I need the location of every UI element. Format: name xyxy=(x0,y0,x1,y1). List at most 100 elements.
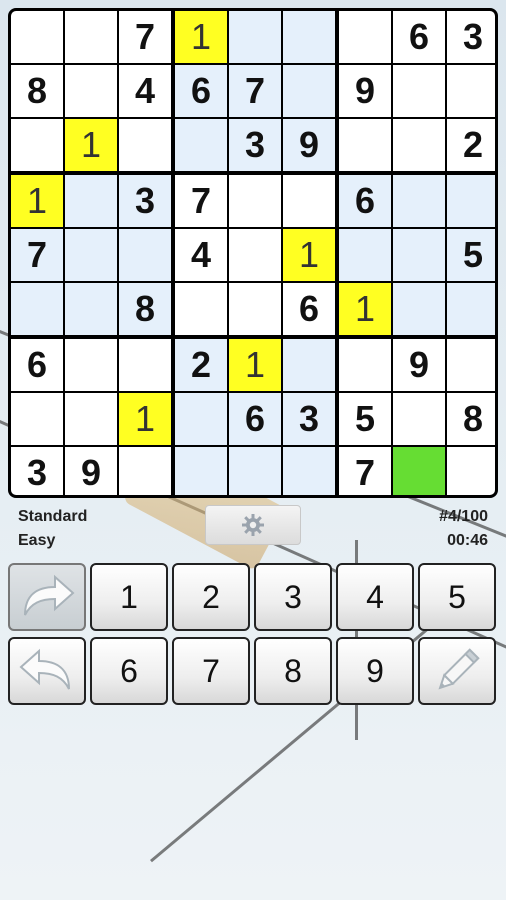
number-key-1[interactable]: 1 xyxy=(90,563,168,631)
sudoku-cell-r4c1[interactable]: 1 xyxy=(11,175,63,227)
sudoku-cell-r6c1[interactable] xyxy=(11,283,63,335)
sudoku-cell-r5c9[interactable]: 5 xyxy=(447,229,495,281)
sudoku-cell-r7c2[interactable] xyxy=(65,339,117,391)
sudoku-cell-r7c8[interactable]: 9 xyxy=(393,339,445,391)
sudoku-cell-r9c3[interactable] xyxy=(119,447,171,495)
sudoku-cell-r1c2[interactable] xyxy=(65,11,117,63)
number-key-8[interactable]: 8 xyxy=(254,637,332,705)
pencil-button[interactable] xyxy=(418,637,496,705)
sudoku-cell-r3c2[interactable]: 1 xyxy=(65,119,117,171)
redo-button[interactable] xyxy=(8,563,86,631)
sudoku-cell-r1c1[interactable] xyxy=(11,11,63,63)
number-key-9[interactable]: 9 xyxy=(336,637,414,705)
sudoku-cell-r4c4[interactable]: 7 xyxy=(175,175,227,227)
sudoku-cell-r5c1[interactable]: 7 xyxy=(11,229,63,281)
settings-button[interactable] xyxy=(205,505,301,545)
sudoku-cell-r7c9[interactable] xyxy=(447,339,495,391)
sudoku-cell-r5c6[interactable]: 1 xyxy=(283,229,335,281)
number-key-5[interactable]: 5 xyxy=(418,563,496,631)
number-key-6[interactable]: 6 xyxy=(90,637,168,705)
sudoku-cell-r7c3[interactable] xyxy=(119,339,171,391)
sudoku-cell-r9c2[interactable]: 9 xyxy=(65,447,117,495)
sudoku-cell-r7c1[interactable]: 6 xyxy=(11,339,63,391)
sudoku-cell-r3c4[interactable] xyxy=(175,119,227,171)
sudoku-cell-r4c3[interactable]: 3 xyxy=(119,175,171,227)
game-mode-label: Standard xyxy=(18,508,88,525)
sudoku-cell-r8c7[interactable]: 5 xyxy=(339,393,391,445)
sudoku-cell-r2c5[interactable]: 7 xyxy=(229,65,281,117)
sudoku-cell-r1c6[interactable] xyxy=(283,11,335,63)
sudoku-cell-r7c5[interactable]: 1 xyxy=(229,339,281,391)
sudoku-cell-r8c5[interactable]: 6 xyxy=(229,393,281,445)
sudoku-cell-r6c4[interactable] xyxy=(175,283,227,335)
sudoku-cell-r2c7[interactable]: 9 xyxy=(339,65,391,117)
sudoku-cell-r8c1[interactable] xyxy=(11,393,63,445)
sudoku-cell-r6c2[interactable] xyxy=(65,283,117,335)
sudoku-cell-r8c9[interactable]: 8 xyxy=(447,393,495,445)
number-key-7[interactable]: 7 xyxy=(172,637,250,705)
gear-icon xyxy=(242,514,264,536)
sudoku-cell-r9c5[interactable] xyxy=(229,447,281,495)
sudoku-cell-r6c6[interactable]: 6 xyxy=(283,283,335,335)
sudoku-cell-r7c6[interactable] xyxy=(283,339,335,391)
sudoku-cell-r9c8[interactable] xyxy=(393,447,445,495)
sudoku-cell-r2c2[interactable] xyxy=(65,65,117,117)
sudoku-cell-r2c4[interactable]: 6 xyxy=(175,65,227,117)
sudoku-cell-r2c8[interactable] xyxy=(393,65,445,117)
sudoku-cell-r3c6[interactable]: 9 xyxy=(283,119,335,171)
sudoku-cell-r9c6[interactable] xyxy=(283,447,335,495)
sudoku-cell-r5c3[interactable] xyxy=(119,229,171,281)
sudoku-cell-r8c4[interactable] xyxy=(175,393,227,445)
sudoku-cell-r6c8[interactable] xyxy=(393,283,445,335)
key-label: 8 xyxy=(284,652,302,689)
sudoku-cell-r2c3[interactable]: 4 xyxy=(119,65,171,117)
number-key-2[interactable]: 2 xyxy=(172,563,250,631)
sudoku-cell-r5c4[interactable]: 4 xyxy=(175,229,227,281)
sudoku-cell-r1c3[interactable]: 7 xyxy=(119,11,171,63)
sudoku-cell-r3c3[interactable] xyxy=(119,119,171,171)
difficulty-label: Easy xyxy=(18,532,56,549)
sudoku-cell-r8c3[interactable]: 1 xyxy=(119,393,171,445)
sudoku-cell-r1c5[interactable] xyxy=(229,11,281,63)
sudoku-cell-r9c9[interactable] xyxy=(447,447,495,495)
sudoku-cell-r3c1[interactable] xyxy=(11,119,63,171)
sudoku-cell-r9c7[interactable]: 7 xyxy=(339,447,391,495)
sudoku-cell-r9c1[interactable]: 3 xyxy=(11,447,63,495)
sudoku-cell-r4c9[interactable] xyxy=(447,175,495,227)
number-key-3[interactable]: 3 xyxy=(254,563,332,631)
sudoku-cell-r1c9[interactable]: 3 xyxy=(447,11,495,63)
sudoku-cell-r7c4[interactable]: 2 xyxy=(175,339,227,391)
sudoku-cell-r8c2[interactable] xyxy=(65,393,117,445)
sudoku-cell-r4c8[interactable] xyxy=(393,175,445,227)
sudoku-cell-r3c8[interactable] xyxy=(393,119,445,171)
sudoku-cell-r8c8[interactable] xyxy=(393,393,445,445)
sudoku-cell-r5c2[interactable] xyxy=(65,229,117,281)
sudoku-cell-r6c3[interactable]: 8 xyxy=(119,283,171,335)
sudoku-cell-r5c8[interactable] xyxy=(393,229,445,281)
sudoku-cell-r7c7[interactable] xyxy=(339,339,391,391)
sudoku-cell-r6c7[interactable]: 1 xyxy=(339,283,391,335)
sudoku-cell-r9c4[interactable] xyxy=(175,447,227,495)
sudoku-cell-r3c7[interactable] xyxy=(339,119,391,171)
sudoku-cell-r1c7[interactable] xyxy=(339,11,391,63)
sudoku-cell-r8c6[interactable]: 3 xyxy=(283,393,335,445)
sudoku-grid: 716384679139213767415861621916358397 xyxy=(11,11,495,495)
sudoku-cell-r2c6[interactable] xyxy=(283,65,335,117)
sudoku-cell-r3c9[interactable]: 2 xyxy=(447,119,495,171)
sudoku-cell-r4c5[interactable] xyxy=(229,175,281,227)
sudoku-cell-r1c8[interactable]: 6 xyxy=(393,11,445,63)
puzzle-number: #4/100 xyxy=(439,508,488,525)
sudoku-cell-r6c9[interactable] xyxy=(447,283,495,335)
number-key-4[interactable]: 4 xyxy=(336,563,414,631)
undo-button[interactable] xyxy=(8,637,86,705)
sudoku-cell-r4c7[interactable]: 6 xyxy=(339,175,391,227)
sudoku-cell-r1c4[interactable]: 1 xyxy=(175,11,227,63)
sudoku-cell-r4c6[interactable] xyxy=(283,175,335,227)
sudoku-cell-r2c1[interactable]: 8 xyxy=(11,65,63,117)
sudoku-cell-r5c7[interactable] xyxy=(339,229,391,281)
sudoku-cell-r4c2[interactable] xyxy=(65,175,117,227)
sudoku-cell-r3c5[interactable]: 3 xyxy=(229,119,281,171)
sudoku-cell-r5c5[interactable] xyxy=(229,229,281,281)
sudoku-cell-r2c9[interactable] xyxy=(447,65,495,117)
sudoku-cell-r6c5[interactable] xyxy=(229,283,281,335)
